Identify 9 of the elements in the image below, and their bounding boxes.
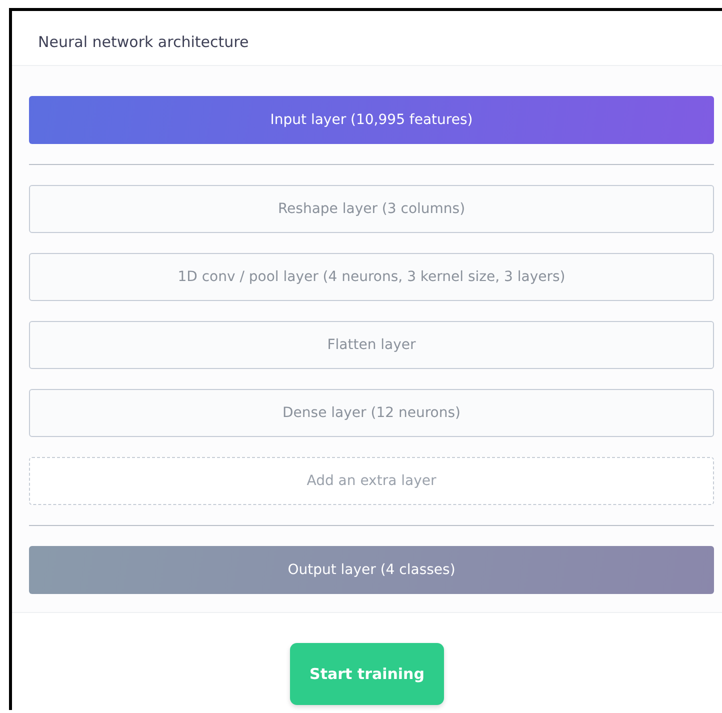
hidden-layer[interactable]: Flatten layer — [29, 321, 714, 369]
hidden-layer[interactable]: Reshape layer (3 columns) — [29, 185, 714, 233]
hidden-layer[interactable]: 1D conv / pool layer (4 neurons, 3 kernel size, 3 layers) — [29, 253, 714, 301]
add-layer-button[interactable]: Add an extra layer — [29, 457, 714, 505]
input-layer[interactable]: Input layer (10,995 features) — [29, 96, 714, 144]
start-training-button[interactable]: Start training — [290, 643, 444, 705]
hidden-layer[interactable]: Dense layer (12 neurons) — [29, 389, 714, 437]
output-layer[interactable]: Output layer (4 classes) — [29, 546, 714, 594]
panel-title: Neural network architecture — [38, 33, 249, 51]
